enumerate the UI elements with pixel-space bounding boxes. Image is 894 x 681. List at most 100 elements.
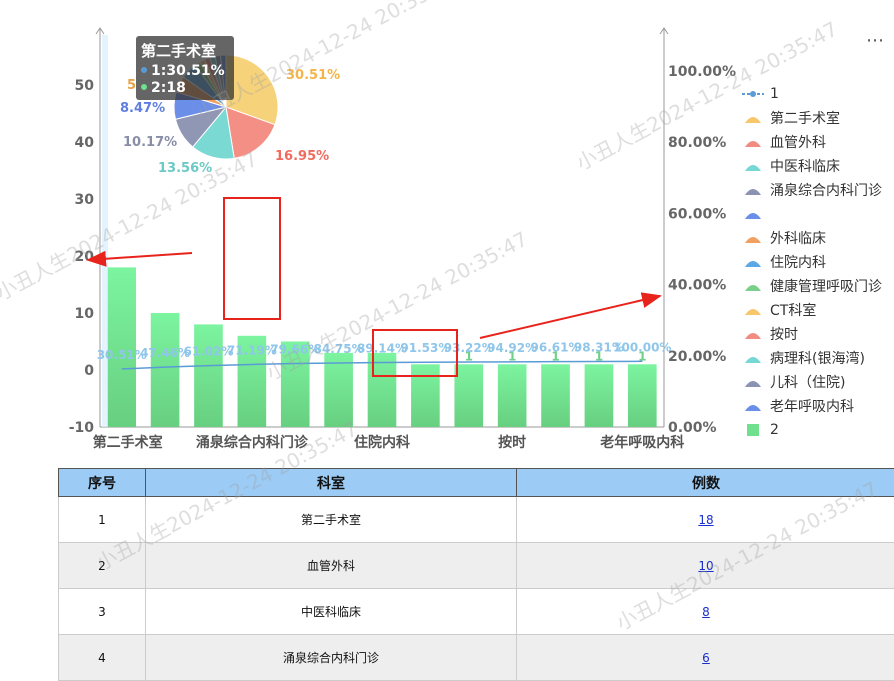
table-row: 2 血管外科 10: [59, 543, 894, 589]
row-count-link[interactable]: 10: [698, 559, 713, 573]
header-no[interactable]: 序号: [59, 469, 146, 497]
x-tick-label: 第二手术室: [93, 434, 163, 451]
legend-item[interactable]: 1: [742, 82, 892, 106]
tooltip-dot: [141, 84, 147, 90]
y-tick-left: 40: [75, 135, 95, 151]
bar: [454, 364, 483, 427]
pie-label: 30.51%: [286, 68, 340, 83]
data-table: 序号 科室 例数 1 第二手术室 18 2 血管外科 10 3 中医科临床 8 …: [58, 468, 894, 681]
legend-swatch-icon: [742, 255, 764, 269]
row-dept: 血管外科: [146, 543, 517, 589]
legend-item[interactable]: 涌泉综合内科门诊: [742, 178, 892, 202]
bar: [368, 353, 397, 427]
legend-label: 中医科临床: [770, 156, 840, 176]
legend-swatch-icon: [742, 183, 764, 197]
row-dept: 涌泉综合内科门诊: [146, 635, 517, 681]
more-icon[interactable]: ⋯: [866, 30, 885, 51]
header-dept[interactable]: 科室: [146, 469, 517, 497]
legend-item[interactable]: 健康管理呼吸门诊: [742, 274, 892, 298]
tooltip-line: 1:30.51%: [151, 63, 225, 79]
bar: [194, 324, 223, 427]
legend-swatch-icon: [742, 279, 764, 293]
row-no: 2: [59, 543, 146, 589]
row-count-link[interactable]: 18: [698, 513, 713, 527]
y-tick-right: 80.00%: [668, 135, 726, 151]
y-tick-right: 100.00%: [668, 64, 736, 80]
legend-label: 涌泉综合内科门诊: [770, 180, 882, 200]
tooltip-line: 2:18: [151, 80, 186, 96]
legend-swatch-icon: [742, 111, 764, 125]
row-count-link[interactable]: 8: [702, 605, 710, 619]
legend-swatch-icon: [742, 351, 764, 365]
y-tick-left: 20: [75, 249, 95, 265]
annotation-box: [224, 198, 280, 319]
table-row: 1 第二手术室 18: [59, 497, 894, 543]
row-dept: 第二手术室: [146, 497, 517, 543]
table-row: 3 中医科临床 8: [59, 589, 894, 635]
legend-item[interactable]: 血管外科: [742, 130, 892, 154]
legend-item[interactable]: 中医科临床: [742, 154, 892, 178]
legend-label: CT科室: [770, 300, 816, 320]
bar: [585, 364, 614, 427]
tooltip-dot: [141, 67, 147, 73]
legend-swatch-icon: [742, 423, 764, 437]
y-tick-right: 0.00%: [668, 420, 717, 436]
bar: [498, 364, 527, 427]
legend-label: 病理科(银海湾): [770, 348, 865, 368]
row-no: 1: [59, 497, 146, 543]
legend-swatch-icon: [742, 327, 764, 341]
pie-label: 13.56%: [158, 161, 212, 176]
y-tick-left: -10: [69, 420, 95, 436]
x-tick-label: 住院内科: [354, 434, 410, 451]
y-tick-right: 40.00%: [668, 278, 726, 294]
tooltip-title: 第二手术室: [141, 42, 216, 60]
legend-swatch-icon: [742, 399, 764, 413]
legend-item[interactable]: 老年呼吸内科: [742, 394, 892, 418]
legend-label: 住院内科: [770, 252, 826, 272]
legend-item[interactable]: 病理科(银海湾): [742, 346, 892, 370]
y-tick-left: 50: [75, 78, 95, 94]
annotation-arrow: [480, 296, 660, 338]
pie-label: 10.17%: [123, 135, 177, 150]
y-tick-right: 60.00%: [668, 206, 726, 222]
legend-label: 健康管理呼吸门诊: [770, 276, 882, 296]
legend-item[interactable]: 2: [742, 418, 892, 442]
pie-label: 5: [127, 78, 136, 93]
legend-label: 第二手术室: [770, 108, 840, 128]
x-tick-label: 涌泉综合内科门诊: [196, 434, 309, 451]
legend-item[interactable]: [742, 202, 892, 226]
x-tick-label: 老年呼吸内科: [600, 434, 684, 451]
legend-swatch-icon: [742, 87, 764, 101]
line-label: 100.00%: [613, 340, 671, 354]
x-tick-label: 按时: [498, 434, 526, 451]
legend-item[interactable]: 按时: [742, 322, 892, 346]
legend-swatch-icon: [742, 375, 764, 389]
legend-swatch-icon: [742, 135, 764, 149]
row-dept: 中医科临床: [146, 589, 517, 635]
bar-highlight: [102, 35, 108, 427]
row-no: 3: [59, 589, 146, 635]
legend-label: 按时: [770, 324, 798, 344]
legend-label: 血管外科: [770, 132, 826, 152]
legend-swatch-icon: [742, 207, 764, 221]
legend-item[interactable]: 第二手术室: [742, 106, 892, 130]
legend: 1 第二手术室血管外科中医科临床涌泉综合内科门诊外科临床住院内科健康管理呼吸门诊 C…: [742, 82, 892, 442]
legend-item[interactable]: CT科室: [742, 298, 892, 322]
pie-label: 8.47%: [120, 101, 165, 116]
row-no: 4: [59, 635, 146, 681]
y-tick-right: 20.00%: [668, 349, 726, 365]
bar: [628, 364, 657, 427]
legend-swatch-icon: [742, 159, 764, 173]
legend-item[interactable]: 住院内科: [742, 250, 892, 274]
y-tick-left: 0: [84, 363, 94, 379]
legend-label: 1: [770, 86, 779, 102]
legend-item[interactable]: 儿科（住院): [742, 370, 892, 394]
row-count-link[interactable]: 6: [702, 651, 710, 665]
legend-swatch-icon: [742, 303, 764, 317]
bar: [411, 364, 440, 427]
legend-item[interactable]: 外科临床: [742, 226, 892, 250]
pie-label: 16.95%: [275, 149, 329, 164]
legend-label: 老年呼吸内科: [770, 396, 854, 416]
legend-label: 外科临床: [770, 228, 826, 248]
header-count[interactable]: 例数: [517, 469, 894, 497]
